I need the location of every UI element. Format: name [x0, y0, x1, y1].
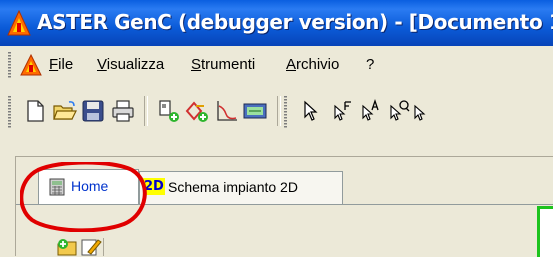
menu-strumenti-accel: S [191, 56, 202, 73]
menu-help-label: ? [366, 56, 375, 73]
document-frame-top [15, 156, 553, 157]
save-icon[interactable] [80, 98, 106, 124]
menu-visualizza-accel: V [97, 56, 107, 73]
add-connection-icon[interactable] [184, 98, 210, 124]
tab-schema-2d-label: Schema impianto 2D [168, 179, 298, 195]
edit-pencil-icon[interactable] [80, 238, 102, 256]
open-folder-icon[interactable] [52, 98, 78, 124]
toolbar-grip-2[interactable] [284, 96, 287, 128]
tab-schema-2d[interactable]: 2D Schema impianto 2D [139, 171, 343, 205]
menu-help[interactable]: ? [366, 56, 374, 73]
document-area: Home 2D Schema impianto 2D [0, 142, 553, 257]
menu-visualizza[interactable]: Visualizza [97, 56, 164, 73]
pointer-f-icon[interactable] [330, 98, 356, 124]
window-title: ASTER GenC (debugger version) - [Documen… [37, 10, 553, 34]
pointer-icon[interactable] [298, 98, 324, 124]
app-logo-icon [7, 10, 31, 36]
menu-file[interactable]: File [49, 56, 73, 73]
menu-file-label: ile [58, 56, 74, 73]
print-icon[interactable] [110, 98, 136, 124]
menu-archivio-label: rchivio [296, 56, 340, 73]
menu-strumenti[interactable]: Strumenti [191, 56, 255, 73]
title-bar: ASTER GenC (debugger version) - [Documen… [0, 0, 553, 46]
toolbar-separator [277, 96, 281, 126]
pointer-q-icon[interactable] [386, 98, 412, 124]
tab-home-label: Home [71, 178, 109, 194]
display-icon[interactable] [242, 98, 268, 124]
panel-toolbar-separator [103, 238, 104, 256]
tab-home[interactable]: Home [38, 169, 139, 205]
pointer-a-icon[interactable] [358, 98, 384, 124]
menu-file-accel: F [49, 56, 59, 73]
pointer-extra-icon[interactable] [410, 98, 436, 124]
menu-archivio[interactable]: Archivio [286, 56, 339, 73]
add-component-icon[interactable] [156, 98, 182, 124]
green-highlight-edge [537, 206, 553, 257]
2d-badge-icon: 2D [143, 178, 165, 195]
new-document-icon[interactable] [22, 98, 48, 124]
toolbar-separator [144, 96, 148, 126]
add-item-icon[interactable] [56, 238, 78, 256]
calculator-icon [49, 178, 65, 196]
toolbar-grip[interactable] [8, 96, 11, 128]
menu-archivio-accel: A [286, 56, 297, 73]
menu-strumenti-label: trumenti [201, 56, 256, 73]
main-toolbar [0, 84, 553, 142]
menu-visualizza-label: isualizza [106, 56, 165, 73]
menubar-grip[interactable] [8, 52, 11, 78]
document-menu-icon[interactable] [20, 54, 42, 76]
chart-icon[interactable] [214, 98, 240, 124]
menu-bar: File Visualizza Strumenti Archivio ? [0, 46, 553, 84]
